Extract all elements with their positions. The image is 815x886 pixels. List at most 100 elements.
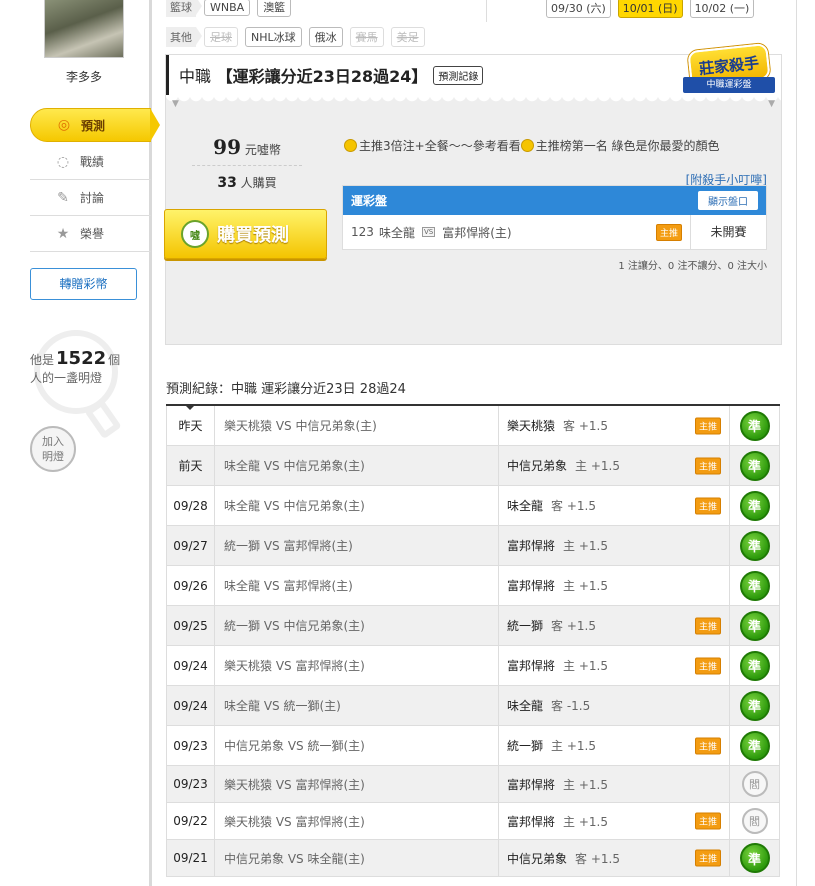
table-row: 09/24 味全龍 VS 統一獅(主) 味全龍客 -1.5 準 xyxy=(166,686,780,726)
username[interactable]: 李多多 xyxy=(0,68,168,85)
date-chip[interactable]: 10/02 (一) xyxy=(689,0,755,18)
result-win-icon: 準 xyxy=(739,570,770,601)
row-date: 09/28 xyxy=(166,486,215,525)
host-pick-badge: 主推 xyxy=(694,457,721,474)
menu-item-honor[interactable]: ★ 榮譽 xyxy=(30,216,151,252)
bet-id: 123 xyxy=(351,225,374,239)
price-value: 99 xyxy=(213,135,241,159)
pick-line: 客 +1.5 xyxy=(563,419,608,433)
row-match[interactable]: 統一獅 VS 富邦悍將(主) xyxy=(215,526,499,565)
edit-icon: ✎ xyxy=(57,189,69,206)
row-match[interactable]: 樂天桃猿 VS 中信兄弟象(主) xyxy=(215,406,499,445)
row-result: 準 xyxy=(730,726,780,765)
pick-line: 主 +1.5 xyxy=(563,777,608,792)
avatar[interactable] xyxy=(44,0,124,58)
filter-row-basketball: 籃球 WNBA 澳籃 xyxy=(166,0,486,20)
row-match[interactable]: 樂天桃猿 VS 富邦悍將(主) xyxy=(215,646,499,685)
filter-chip: 足球 xyxy=(204,27,238,47)
pick-team: 味全龍 xyxy=(507,499,544,513)
pick-line: 客 +1.5 xyxy=(575,851,620,866)
table-row: 前天 味全龍 VS 中信兄弟象(主) 中信兄弟象主 +1.5 主推 準 xyxy=(166,446,780,486)
filter-chip[interactable]: NHL冰球 xyxy=(245,27,302,47)
bet-match: 味全龍 VS 富邦悍將(主) xyxy=(379,225,512,240)
prediction-panel: 中職 【運彩讓分近23日28過24】 預測記錄 莊家殺手 中職運彩盤 ▼ ▼ 9… xyxy=(164,42,782,345)
add-lamp-button[interactable]: 加入明燈 xyxy=(30,426,76,472)
bet-table: 運彩盤 顯示盤口 123 味全龍 VS 富邦悍將(主) 主推 未開賽 xyxy=(342,185,767,250)
row-pick: 中信兄弟象客 +1.5 主推 xyxy=(499,840,730,876)
scallop-edge xyxy=(166,95,781,105)
result-win-icon: 準 xyxy=(739,650,770,681)
filter-chip[interactable]: 俄冰 xyxy=(308,27,343,47)
table-row: 09/24 樂天桃猿 VS 富邦悍將(主) 富邦悍將主 +1.5 主推 準 xyxy=(166,646,780,686)
lamp-count: 1522 xyxy=(56,348,107,369)
date-chip[interactable]: 09/30 (六) xyxy=(546,0,611,18)
host-pick-badge: 主推 xyxy=(694,417,721,434)
buy-prediction-button[interactable]: 噓 購買預測 xyxy=(164,209,327,259)
pick-team: 富邦悍將 xyxy=(507,814,556,829)
table-row: 09/27 統一獅 VS 富邦悍將(主) 富邦悍將主 +1.5 準 xyxy=(166,526,780,566)
gift-coins-button[interactable]: 轉贈彩幣 xyxy=(30,268,137,300)
host-pick-badge: 主推 xyxy=(694,497,721,514)
row-match[interactable]: 樂天桃猿 VS 富邦悍將(主) xyxy=(215,766,499,802)
filter-chip[interactable]: 澳籃 xyxy=(257,0,292,17)
date-chip-selected[interactable]: 10/01 (日) xyxy=(617,0,683,18)
left-sidebar: 李多多 ◎ 預測 ◌ 戰績 ✎ 討論 ★ 榮譽 轉贈彩幣 他是 1522 個 人的一… xyxy=(0,0,160,886)
bet-summary: 1 注讓分、0 注不讓分、0 注大小 xyxy=(618,261,767,272)
result-win-icon: 準 xyxy=(739,530,770,561)
host-pick-badge: 主推 xyxy=(694,657,721,674)
host-pick-badge: 主推 xyxy=(694,849,721,867)
filter-chip: 美足 xyxy=(390,27,425,47)
profile-menu: ◎ 預測 ◌ 戰績 ✎ 討論 ★ 榮譽 xyxy=(30,108,160,252)
row-result: 準 xyxy=(730,840,780,876)
prediction-record-button[interactable]: 預測記錄 xyxy=(433,65,484,85)
price-line: 99 元噓幣 xyxy=(192,135,302,166)
row-match[interactable]: 中信兄弟象 VS 統一獅(主) xyxy=(215,726,499,765)
result-win-icon: 準 xyxy=(739,730,770,761)
row-date: 前天 xyxy=(166,446,215,485)
row-match[interactable]: 味全龍 VS 富邦悍將(主) xyxy=(215,566,499,605)
pick-team: 富邦悍將 xyxy=(507,539,556,553)
show-odds-button[interactable]: 顯示盤口 xyxy=(698,191,758,210)
row-result: 準 xyxy=(730,566,780,605)
notch-icon xyxy=(185,405,195,410)
table-row: 09/26 味全龍 VS 富邦悍將(主) 富邦悍將主 +1.5 準 xyxy=(166,566,780,606)
table-row: 09/21 中信兄弟象 VS 味全龍(主) 中信兄弟象客 +1.5 主推準 xyxy=(166,840,780,877)
row-pick: 味全龍客 +1.5 主推 xyxy=(499,486,730,525)
row-pick: 味全龍客 -1.5 xyxy=(499,686,730,725)
result-win-icon: 準 xyxy=(739,450,770,481)
row-date: 昨天 xyxy=(166,406,215,445)
row-pick: 富邦悍將主 +1.5 xyxy=(499,566,730,605)
menu-item-record[interactable]: ◌ 戰績 xyxy=(30,144,151,180)
row-pick: 富邦悍將主 +1.5 xyxy=(499,766,730,802)
menu-item-label: 戰績 xyxy=(80,155,105,169)
menu-item-predict[interactable]: ◎ 預測 xyxy=(30,108,160,142)
row-pick: 統一獅主 +1.5 主推 xyxy=(499,726,730,765)
lamp-widget: 他是 1522 個 人的一盞明燈 加入明燈 xyxy=(30,330,150,472)
row-result: 準 xyxy=(730,646,780,685)
host-pick-badge: 主推 xyxy=(694,617,721,634)
target-icon: ◎ xyxy=(57,117,71,133)
row-match[interactable]: 味全龍 VS 中信兄弟象(主) xyxy=(215,486,499,525)
row-date: 09/23 xyxy=(166,766,215,802)
medal-icon: ★ xyxy=(56,225,70,242)
row-match[interactable]: 味全龍 VS 中信兄弟象(主) xyxy=(215,446,499,485)
menu-item-discuss[interactable]: ✎ 討論 xyxy=(30,180,151,216)
pin-icon: ▼ xyxy=(768,99,775,109)
pick-line: 主 +1.5 xyxy=(575,459,620,473)
row-date: 09/27 xyxy=(166,526,215,565)
table-row: 09/22 樂天桃猿 VS 富邦悍將(主) 富邦悍將主 +1.5 主推 閻 xyxy=(166,803,780,840)
buyer-count: 33 人購買 xyxy=(217,175,277,191)
price-box: 99 元噓幣 33 人購買 xyxy=(192,135,302,191)
row-match[interactable]: 中信兄弟象 VS 味全龍(主) xyxy=(215,840,499,876)
row-match[interactable]: 樂天桃猿 VS 富邦悍將(主) xyxy=(215,803,499,839)
result-win-icon: 準 xyxy=(739,690,770,721)
pick-team: 富邦悍將 xyxy=(507,659,556,673)
divider xyxy=(796,0,797,886)
row-match[interactable]: 味全龍 VS 統一獅(主) xyxy=(215,686,499,725)
row-date: 09/21 xyxy=(166,840,215,876)
bet-row: 123 味全龍 VS 富邦悍將(主) 主推 未開賽 xyxy=(343,215,766,249)
row-match[interactable]: 統一獅 VS 中信兄弟象(主) xyxy=(215,606,499,645)
filter-chip[interactable]: WNBA xyxy=(204,0,251,16)
pick-team: 富邦悍將 xyxy=(507,777,556,792)
coin-icon xyxy=(344,139,357,152)
